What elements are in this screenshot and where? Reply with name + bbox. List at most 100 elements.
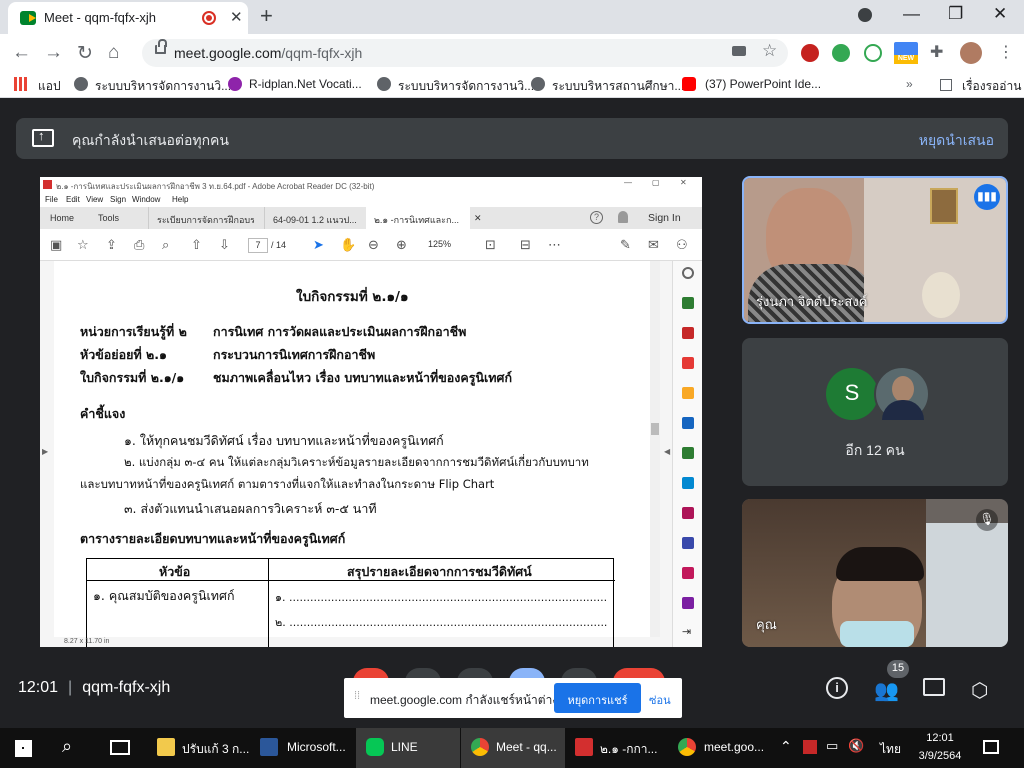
upload-icon[interactable]: ⇪ bbox=[106, 237, 117, 253]
zoom-tool-icon[interactable] bbox=[682, 267, 694, 279]
bookmark-5[interactable]: (37) PowerPoint Ide... bbox=[705, 77, 821, 91]
create-pdf-icon[interactable] bbox=[682, 357, 694, 369]
reload-icon[interactable]: ↻ bbox=[77, 42, 93, 65]
right-panel-toggle[interactable]: ◀ bbox=[664, 447, 670, 456]
bookmark-4[interactable]: ระบบบริหารสถานศึกษา... bbox=[552, 77, 684, 96]
hide-toast-button[interactable]: ซ่อน bbox=[649, 691, 671, 709]
bell-icon[interactable] bbox=[618, 211, 628, 223]
meeting-details-icon[interactable]: i bbox=[826, 677, 848, 699]
taskbar-item[interactable]: LINE bbox=[391, 728, 418, 768]
acrobat-restore[interactable]: ▢ bbox=[652, 178, 660, 187]
organize-pages-icon[interactable] bbox=[682, 327, 694, 339]
help-icon[interactable]: ? bbox=[590, 211, 603, 224]
new-extension-icon[interactable]: NEW bbox=[894, 42, 918, 64]
fit-page-icon[interactable]: ⊡ bbox=[485, 237, 496, 253]
extensions-puzzle-icon[interactable]: ✚ bbox=[930, 42, 943, 62]
back-icon[interactable]: ← bbox=[12, 42, 31, 64]
bookmark-3[interactable]: ระบบบริหารจัดการงานวิ... bbox=[398, 77, 534, 96]
save-icon[interactable]: ▣ bbox=[50, 237, 62, 253]
tab-search-icon[interactable] bbox=[858, 8, 872, 22]
drag-handle-icon[interactable]: ⁞⁞ bbox=[354, 690, 360, 702]
scan-icon[interactable] bbox=[682, 477, 694, 489]
search-icon[interactable]: ⌕ bbox=[62, 736, 72, 757]
bookmark-2[interactable]: R-idplan.Net Vocati... bbox=[249, 77, 362, 91]
bookmark-star-icon[interactable]: ☆ bbox=[762, 41, 777, 61]
camera-icon[interactable] bbox=[732, 46, 746, 56]
edit-pdf-icon[interactable] bbox=[682, 417, 694, 429]
tray-app-icon[interactable] bbox=[803, 740, 817, 754]
tab-doc-2[interactable]: 64-09-01 1.2 แนวป... bbox=[264, 207, 364, 229]
page-number-input[interactable]: 7 bbox=[248, 238, 268, 253]
taskbar-item[interactable]: ๒.๑ -กกา... bbox=[600, 728, 657, 768]
protect-icon[interactable] bbox=[682, 537, 694, 549]
menu-sign[interactable]: Sign bbox=[110, 195, 126, 204]
email-icon[interactable]: ✉ bbox=[648, 237, 659, 253]
battery-icon[interactable]: ▭ bbox=[826, 738, 838, 754]
zoom-out-icon[interactable]: ⊖ bbox=[368, 237, 379, 253]
fill-sign-icon[interactable] bbox=[682, 507, 694, 519]
taskbar-item[interactable]: Microsoft... bbox=[287, 728, 346, 768]
more-bookmarks-icon[interactable]: » bbox=[906, 77, 913, 91]
browser-tab-meet[interactable]: Meet - qqm-fqfx-xjh ✕ bbox=[8, 2, 248, 34]
share-user-icon[interactable]: ⚇ bbox=[676, 237, 688, 253]
clock-date[interactable]: 3/9/2564 bbox=[912, 750, 968, 762]
stop-presenting-button[interactable]: หยุดนำเสนอ bbox=[919, 130, 994, 152]
menu-window[interactable]: Window bbox=[132, 195, 160, 204]
tab-tools[interactable]: Tools bbox=[90, 207, 140, 229]
forward-icon[interactable]: → bbox=[44, 42, 63, 64]
close-doc-tab-icon[interactable]: ✕ bbox=[474, 213, 482, 224]
bookmark-apps[interactable]: แอป bbox=[38, 77, 61, 96]
page-down-icon[interactable]: ⇩ bbox=[219, 237, 230, 253]
chat-icon[interactable] bbox=[923, 678, 945, 696]
tab-doc-1[interactable]: ระเบียบการจัดการฝึกอบรม... bbox=[148, 207, 254, 229]
acrobat-minimize[interactable]: — bbox=[624, 178, 632, 187]
self-view-tile[interactable]: 🎙 คุณ bbox=[742, 499, 1008, 647]
new-tab-button[interactable]: + bbox=[260, 3, 273, 29]
sign-in-button[interactable]: Sign In bbox=[648, 212, 681, 224]
collapse-pane-icon[interactable]: ⇥ bbox=[682, 625, 694, 638]
language-indicator[interactable]: ไทย bbox=[880, 740, 901, 759]
left-panel-toggle[interactable]: ▶ bbox=[42, 447, 48, 456]
menu-help[interactable]: Help bbox=[172, 195, 188, 204]
address-bar[interactable]: meet.google.com/qqm-fqfx-xjh ☆ bbox=[142, 39, 788, 67]
print-icon[interactable]: ⎙ bbox=[134, 237, 144, 253]
participant-tile-speaking[interactable]: ▮▮▮ รุ่งนภา จิตต์ประสงค์ bbox=[742, 176, 1008, 324]
people-icon[interactable]: 👥 bbox=[874, 678, 899, 703]
sign-pen-icon[interactable]: ✎ bbox=[620, 237, 631, 253]
hand-tool-icon[interactable]: ✋ bbox=[340, 237, 356, 253]
tray-chevron-icon[interactable]: ⌃ bbox=[780, 738, 792, 755]
activities-icon[interactable]: ⬡ bbox=[971, 678, 988, 703]
pdf-scrollbar[interactable] bbox=[650, 261, 660, 637]
apps-grid-icon[interactable] bbox=[14, 77, 28, 91]
menu-kebab-icon[interactable]: ⋮ bbox=[998, 42, 1014, 62]
combine-files-icon[interactable] bbox=[682, 447, 694, 459]
adblock-icon[interactable] bbox=[801, 44, 819, 62]
start-windows-icon[interactable] bbox=[15, 740, 32, 757]
taskbar-item[interactable]: ปรับแก้ 3 ก... bbox=[182, 728, 249, 768]
restore-button[interactable]: ❐ bbox=[948, 4, 963, 24]
page-up-icon[interactable]: ⇧ bbox=[191, 237, 202, 253]
home-icon[interactable]: ⌂ bbox=[108, 42, 119, 64]
taskbar-item[interactable]: Meet - qq... bbox=[496, 728, 557, 768]
request-signature-icon[interactable] bbox=[682, 597, 694, 609]
menu-edit[interactable]: Edit bbox=[66, 195, 80, 204]
notification-center-icon[interactable] bbox=[983, 740, 999, 754]
zoom-search-icon[interactable]: ⌕ bbox=[162, 237, 169, 253]
close-window-button[interactable]: ✕ bbox=[993, 4, 1007, 24]
compress-pdf-icon[interactable] bbox=[682, 567, 694, 579]
tab-doc-active[interactable]: ๒.๑ -การนิเทศและก... bbox=[366, 207, 470, 229]
clock-time[interactable]: 12:01 bbox=[922, 732, 958, 744]
menu-view[interactable]: View bbox=[86, 195, 103, 204]
menu-file[interactable]: File bbox=[45, 195, 58, 204]
export-pdf-icon[interactable] bbox=[682, 297, 694, 309]
profile-avatar[interactable] bbox=[960, 42, 982, 64]
select-cursor-icon[interactable]: ➤ bbox=[313, 237, 324, 253]
task-view-icon[interactable] bbox=[110, 740, 130, 755]
reading-list[interactable]: เรื่องรออ่าน bbox=[962, 77, 1021, 96]
scrollbar-thumb[interactable] bbox=[651, 423, 659, 435]
scroll-mode-icon[interactable]: ⊟ bbox=[520, 237, 531, 253]
volume-muted-icon[interactable]: 🔇 bbox=[848, 738, 864, 754]
zoom-select[interactable]: 125% bbox=[428, 239, 470, 253]
stop-sharing-button[interactable]: หยุดการแชร์ bbox=[554, 683, 641, 713]
star-icon[interactable]: ☆ bbox=[77, 237, 89, 253]
